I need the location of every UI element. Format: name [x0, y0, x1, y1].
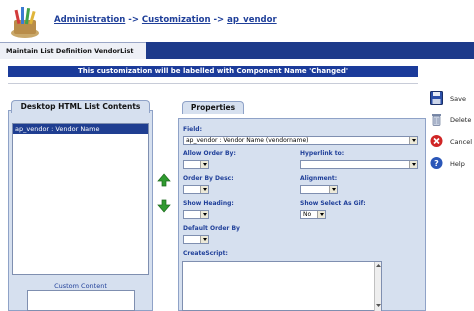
chevron-down-icon — [200, 161, 208, 168]
field-label: Field: — [183, 126, 202, 133]
chevron-down-icon — [317, 211, 325, 218]
svg-text:?: ? — [434, 159, 439, 168]
list-contents-listbox[interactable] — [12, 123, 149, 275]
breadcrumb-administration[interactable]: Administration — [54, 15, 125, 25]
breadcrumb-separator: -> — [213, 15, 225, 25]
order-by-desc-select[interactable] — [183, 185, 209, 194]
floppy-disk-icon — [430, 91, 443, 105]
cancel-icon — [430, 135, 443, 147]
page-title: Maintain List Definition VendorList — [6, 47, 134, 55]
allow-order-by-label: Allow Order By: — [183, 150, 236, 157]
save-button[interactable]: Save — [430, 91, 474, 109]
create-script-label: CreateScript: — [183, 250, 228, 257]
allow-order-by-select[interactable] — [183, 160, 209, 169]
tab-properties[interactable]: Properties — [182, 101, 244, 114]
alignment-select[interactable] — [300, 185, 338, 194]
help-label: Help — [450, 160, 465, 168]
default-order-by-label: Default Order By — [183, 225, 240, 232]
hyperlink-to-label: Hyperlink to: — [300, 150, 345, 157]
help-button[interactable]: ? Help — [430, 156, 474, 174]
chevron-down-icon — [200, 211, 208, 218]
chevron-down-icon — [409, 161, 417, 168]
help-icon: ? — [430, 157, 443, 169]
show-heading-label: Show Heading: — [183, 200, 234, 207]
page-title-tab: Maintain List Definition VendorList — [0, 42, 146, 59]
save-label: Save — [450, 95, 466, 103]
move-down-arrow-icon[interactable] — [157, 199, 171, 213]
custom-content-textarea[interactable] — [27, 290, 135, 311]
app-logo-icon — [11, 7, 39, 38]
show-select-as-gif-value: No — [303, 211, 312, 218]
breadcrumb: Administration -> Customization -> ap_ve… — [54, 15, 277, 25]
create-script-scrollbar[interactable] — [374, 262, 381, 311]
delete-button[interactable]: Delete — [430, 112, 474, 130]
list-item-selected[interactable]: ap_vendor : Vendor Name — [13, 124, 148, 134]
show-heading-select[interactable] — [183, 210, 209, 219]
trash-icon — [432, 114, 441, 126]
create-script-textarea[interactable] — [182, 261, 382, 311]
show-select-as-gif-select[interactable]: No — [300, 210, 326, 219]
hyperlink-to-select[interactable] — [300, 160, 418, 169]
chevron-down-icon — [409, 137, 417, 144]
customization-notice: This customization will be labelled with… — [8, 66, 418, 77]
field-select-value: ap_vendor : Vendor Name (vendorname) — [186, 137, 309, 144]
cancel-button[interactable]: Cancel — [430, 134, 474, 152]
scroll-down-icon[interactable] — [375, 302, 382, 309]
cancel-label: Cancel — [450, 138, 473, 146]
tab-desktop-html-list-contents[interactable]: Desktop HTML List Contents — [11, 100, 150, 113]
move-up-arrow-icon[interactable] — [157, 173, 171, 187]
divider — [8, 83, 418, 84]
chevron-down-icon — [329, 186, 337, 193]
chevron-down-icon — [200, 236, 208, 243]
alignment-label: Alignment: — [300, 175, 338, 182]
default-order-by-select[interactable] — [183, 235, 209, 244]
field-select[interactable]: ap_vendor : Vendor Name (vendorname) — [183, 136, 418, 145]
scroll-up-icon[interactable] — [375, 262, 382, 269]
order-by-desc-label: Order By Desc: — [183, 175, 234, 182]
chevron-down-icon — [200, 186, 208, 193]
breadcrumb-customization[interactable]: Customization — [142, 15, 211, 25]
show-select-as-gif-label: Show Select As Gif: — [300, 200, 366, 207]
custom-content-label: Custom Content — [54, 282, 107, 290]
delete-label: Delete — [450, 116, 472, 124]
breadcrumb-separator: -> — [128, 15, 139, 25]
breadcrumb-ap-vendor[interactable]: ap_vendor — [227, 15, 277, 25]
